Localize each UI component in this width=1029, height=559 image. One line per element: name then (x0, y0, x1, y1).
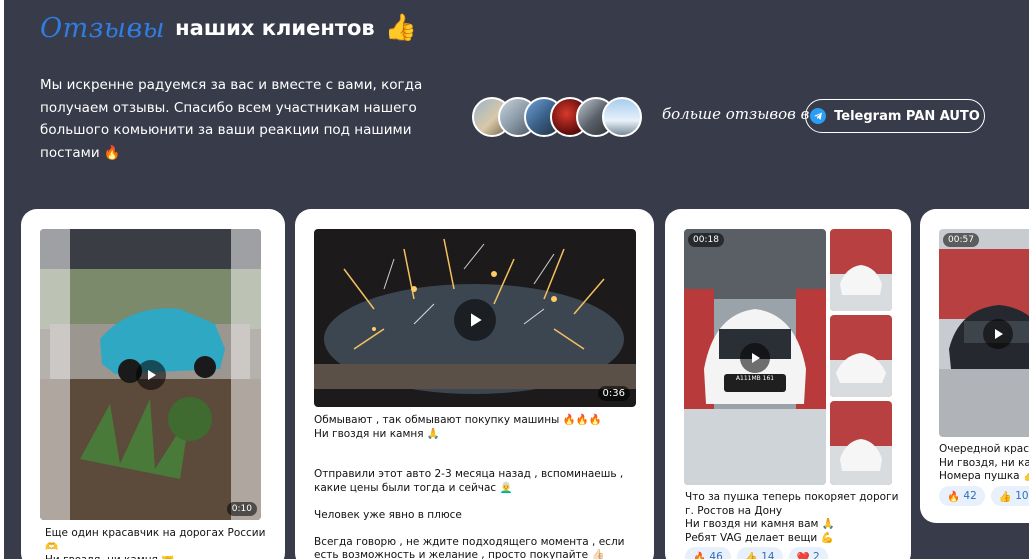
review-text: Очередной красавчик Ни гвоздя, ни камня … (939, 443, 1029, 482)
reaction-count: 46 (709, 551, 723, 559)
thumbs-up-icon: 👍 (744, 551, 758, 559)
car-thumb-image (830, 229, 892, 311)
reaction-fire[interactable]: 🔥 42 (939, 486, 985, 506)
thumbs-up-icon: 👍 (998, 490, 1012, 503)
fire-icon: 🔥 (947, 490, 961, 503)
license-plate: А111МВ 161 (735, 375, 775, 382)
section-title: Отзывы наших клиентов 👍 (40, 6, 417, 50)
video-duration: 00:18 (688, 233, 724, 247)
play-icon[interactable] (983, 319, 1013, 349)
video-duration: 00:57 (943, 233, 979, 247)
review-video[interactable]: 00:18 А111МВ 161 (684, 229, 826, 485)
review-photo[interactable] (830, 315, 892, 397)
review-video[interactable]: 0:36 (314, 229, 636, 407)
review-photo[interactable] (830, 229, 892, 311)
review-video[interactable]: 00:57 (939, 229, 1029, 437)
car-thumb-image (830, 401, 892, 485)
avatar (602, 97, 642, 137)
reaction-thumbs-up[interactable]: 👍 10 (990, 486, 1029, 506)
video-duration: 0:10 (226, 502, 257, 516)
reaction-fire[interactable]: 🔥 46 (685, 547, 731, 559)
review-card: 0:10 Еще один красавчик на дорогах Росси… (21, 209, 285, 559)
title-bold-text: наших клиентов (175, 16, 375, 40)
title-script-word: Отзывы (40, 12, 166, 44)
review-card: 00:18 А111МВ 161 Что за пушка теперь пок… (665, 209, 911, 559)
reactions: 🔥 46 👍 14 ❤️ 2 (685, 547, 828, 559)
telegram-button[interactable]: Telegram PAN AUTO (805, 99, 985, 133)
review-text: Обмывают , так обмывают покупку машины 🔥… (314, 414, 625, 559)
review-text: Что за пушка теперь покоряет дороги г. Р… (685, 491, 899, 544)
review-card: 0:36 Обмывают , так обмывают покупку маш… (295, 209, 654, 559)
heart-icon: ❤️ (796, 551, 810, 559)
more-reviews-label: больше отзывов в (662, 105, 810, 123)
reaction-count: 42 (963, 490, 977, 502)
review-photo[interactable] (830, 401, 892, 485)
reactions: 🔥 42 👍 10 (939, 486, 1029, 506)
thumbs-up-icon: 👍 (384, 13, 418, 43)
reviews-section: Отзывы наших клиентов 👍 Мы искренне раду… (4, 0, 1029, 559)
review-video[interactable]: 0:10 (40, 229, 261, 520)
telegram-icon (810, 108, 827, 124)
reaction-count: 10 (1015, 490, 1029, 502)
telegram-button-label: Telegram PAN AUTO (834, 108, 980, 124)
reaction-count: 2 (813, 551, 820, 559)
review-text: Еще один красавчик на дорогах России 🫶 Н… (45, 527, 266, 559)
car-thumb-image (830, 315, 892, 397)
play-icon[interactable] (740, 343, 770, 373)
fire-icon: 🔥 (693, 551, 707, 559)
video-duration: 0:36 (597, 386, 630, 401)
reaction-heart[interactable]: ❤️ 2 (788, 547, 828, 559)
play-icon[interactable] (136, 360, 166, 390)
reaction-thumbs-up[interactable]: 👍 14 (736, 547, 783, 559)
review-card: 00:57 Очередной красавчик Ни гвоздя, ни … (920, 209, 1029, 523)
play-icon[interactable] (454, 299, 496, 341)
reaction-count: 14 (761, 551, 775, 559)
intro-text: Мы искренне радуемся за вас и вместе с в… (40, 77, 423, 161)
